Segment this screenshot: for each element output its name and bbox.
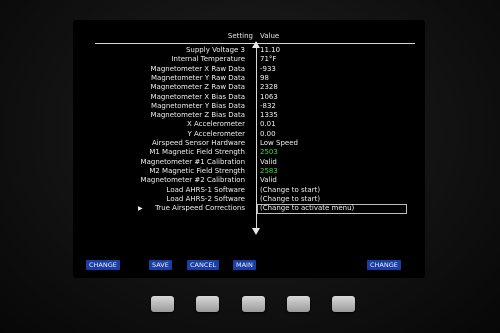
change-right-softkey[interactable]: CHANGE (367, 260, 401, 270)
setting-label: Y Accelerometer (187, 129, 245, 138)
setting-value: 11.10 (260, 46, 281, 54)
setting-label: Airspeed Sensor Hardware (152, 139, 245, 147)
setting-value: -832 (260, 101, 276, 110)
main-softkey[interactable]: MAIN (233, 260, 256, 270)
setting-row[interactable]: Magnetometer X Bias Data 1063 (73, 93, 425, 102)
setting-value: 0.01 (260, 120, 276, 129)
setting-row[interactable]: Y Accelerometer 0.00 (73, 130, 425, 139)
change-left-softkey[interactable]: CHANGE (86, 260, 120, 270)
setting-value: 2328 (260, 83, 278, 92)
bezel-button-3[interactable] (242, 296, 265, 312)
selection-arrow-icon: ▶ (138, 205, 143, 213)
setting-value: Valid (260, 176, 277, 185)
setting-row[interactable]: Load AHRS-1 Software (Change to start) (73, 186, 425, 195)
setting-row[interactable]: Supply Voltage 3 11.10 (73, 46, 425, 55)
setting-value: (Change to activate menu) (260, 204, 355, 213)
setting-row[interactable]: X Accelerometer 0.01 (73, 120, 425, 129)
setting-label: Magnetometer Y Bias Data (151, 101, 245, 110)
setting-value: Valid (260, 157, 277, 166)
column-header-setting: Setting (227, 32, 253, 40)
setting-label: True Airspeed Corrections (155, 204, 245, 213)
setting-label: Magnetometer X Bias Data (150, 92, 245, 101)
softkey-bar: CHANGE SAVE CANCEL MAIN CHANGE (73, 260, 425, 272)
setting-row[interactable]: Internal Temperature 71°F (73, 55, 425, 64)
scroll-down-arrow-icon (252, 228, 260, 235)
display-screen: Setting Value Supply Voltage 3 11.10 Inter… (73, 20, 425, 278)
bezel-button-5[interactable] (332, 296, 355, 312)
setting-value: 71°F (260, 55, 277, 64)
setting-label: Magnetometer #1 Calibration (140, 157, 245, 166)
setting-value: (Change to start) (260, 185, 321, 194)
setting-row[interactable]: Magnetometer Y Raw Data 98 (73, 74, 425, 83)
bezel-button-2[interactable] (196, 296, 219, 312)
setting-label: Load AHRS-1 Software (166, 185, 245, 194)
setting-label: Load AHRS-2 Software (166, 194, 245, 203)
setting-value: -933 (260, 64, 276, 73)
setting-value: 1335 (260, 111, 278, 120)
setting-label: Magnetometer #2 Calibration (140, 176, 245, 185)
setting-value: 0.00 (260, 129, 276, 138)
setting-value: 2583 (260, 166, 278, 175)
setting-row[interactable]: Magnetometer #1 Calibration Valid (73, 158, 425, 167)
setting-row[interactable]: Magnetometer Y Bias Data -832 (73, 102, 425, 111)
setting-row[interactable]: Magnetometer Z Bias Data 1335 (73, 111, 425, 120)
setting-label: M1 Magnetic Field Strength (149, 148, 245, 157)
cancel-softkey[interactable]: CANCEL (187, 260, 220, 270)
setting-row[interactable]: Load AHRS-2 Software (Change to start) (73, 195, 425, 204)
setting-row[interactable]: Magnetometer #2 Calibration Valid (73, 176, 425, 185)
setting-value: 2503 (260, 148, 278, 157)
setting-row[interactable]: Magnetometer Z Raw Data 2328 (73, 83, 425, 92)
setting-label: X Accelerometer (186, 120, 245, 129)
setting-value: 98 (260, 73, 269, 82)
bezel-button-4[interactable] (287, 296, 310, 312)
setting-row[interactable]: Airspeed Sensor Hardware Low Speed (73, 139, 425, 148)
setting-value: 1063 (260, 92, 278, 101)
setting-row[interactable]: M1 Magnetic Field Strength 2503 (73, 148, 425, 157)
setting-label: Magnetometer Z Raw Data (150, 83, 245, 92)
setting-label: M2 Magnetic Field Strength (149, 166, 245, 175)
save-softkey[interactable]: SAVE (149, 260, 172, 270)
setting-value: (Change to start) (260, 194, 321, 203)
setting-label: Magnetometer Z Bias Data (150, 111, 245, 120)
setting-value: Low Speed (260, 139, 298, 147)
setting-label: Supply Voltage 3 (185, 46, 245, 54)
bezel-button-1[interactable] (151, 296, 174, 312)
setting-row[interactable]: M2 Magnetic Field Strength 2583 (73, 167, 425, 176)
column-header-value: Value (260, 32, 280, 40)
setting-row[interactable]: ▶ True Airspeed Corrections (Change to act… (73, 204, 425, 215)
setting-label: Magnetometer Y Raw Data (151, 73, 245, 82)
setting-row[interactable]: Magnetometer X Raw Data -933 (73, 65, 425, 74)
setting-label: Magnetometer X Raw Data (150, 64, 245, 73)
setting-label: Internal Temperature (171, 55, 245, 64)
